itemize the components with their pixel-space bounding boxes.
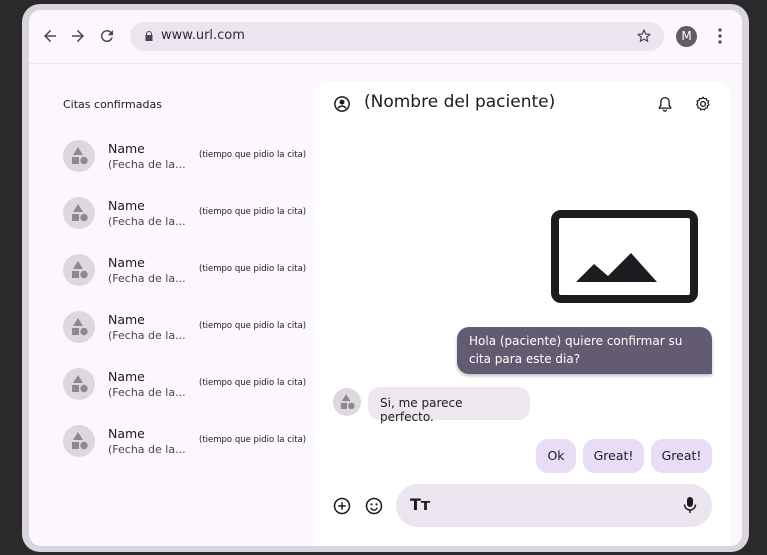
appointment-date: (Fecha de la... bbox=[108, 272, 186, 285]
address-bar[interactable]: www.url.com bbox=[130, 22, 664, 51]
appointment-date: (Fecha de la... bbox=[108, 329, 186, 342]
list-item[interactable]: Name (Fecha de la... (tiempo que pidio l… bbox=[63, 306, 313, 363]
shapes-placeholder-icon bbox=[340, 394, 355, 410]
bell-icon[interactable] bbox=[656, 95, 674, 113]
avatar bbox=[63, 254, 95, 286]
sidebar-title: Citas confirmadas bbox=[63, 98, 162, 111]
outgoing-message: Hola (paciente) quiere confirmar su cita… bbox=[457, 327, 712, 374]
mic-icon[interactable] bbox=[682, 496, 698, 514]
chat-panel: (Nombre del paciente) Hola (paciente) qu… bbox=[314, 82, 730, 546]
incoming-message: Si, me parece perfecto. bbox=[368, 387, 530, 424]
list-item[interactable]: Name (Fecha de la... (tiempo que pidio l… bbox=[63, 363, 313, 420]
forward-icon[interactable] bbox=[69, 27, 87, 45]
shapes-placeholder-icon bbox=[72, 147, 88, 165]
patient-name: Name bbox=[108, 312, 145, 327]
quick-reply-chip[interactable]: Great! bbox=[583, 439, 644, 473]
reload-icon[interactable] bbox=[98, 27, 116, 45]
chat-patient-name: (Nombre del paciente) bbox=[364, 92, 556, 112]
shapes-placeholder-icon bbox=[72, 432, 88, 450]
gear-icon[interactable] bbox=[694, 95, 712, 113]
patient-name: Name bbox=[108, 255, 145, 270]
browser-window: www.url.com M Citas confirmadas Name (Fe… bbox=[29, 10, 742, 546]
star-icon[interactable] bbox=[636, 28, 652, 44]
list-item[interactable]: Name (Fecha de la... (tiempo que pidio l… bbox=[63, 420, 313, 477]
appointment-date: (Fecha de la... bbox=[108, 215, 186, 228]
appointment-date: (Fecha de la... bbox=[108, 443, 186, 456]
patient-name: Name bbox=[108, 198, 145, 213]
appointment-date: (Fecha de la... bbox=[108, 158, 186, 171]
list-item[interactable]: Name (Fecha de la... (tiempo que pidio l… bbox=[63, 135, 313, 192]
patient-name: Name bbox=[108, 369, 145, 384]
request-time: (tiempo que pidio la cita) bbox=[199, 207, 307, 217]
avatar bbox=[333, 388, 361, 416]
shapes-placeholder-icon bbox=[72, 204, 88, 222]
request-time: (tiempo que pidio la cita) bbox=[199, 435, 307, 445]
url-text[interactable]: www.url.com bbox=[161, 28, 245, 43]
shapes-placeholder-icon bbox=[72, 318, 88, 336]
avatar bbox=[63, 197, 95, 229]
quick-reply-chip[interactable]: Ok bbox=[536, 439, 576, 473]
quick-reply-chip[interactable]: Great! bbox=[651, 439, 712, 473]
message-composer[interactable]: Tт bbox=[396, 484, 712, 527]
lock-icon bbox=[145, 31, 153, 41]
list-item[interactable]: Name (Fecha de la... (tiempo que pidio l… bbox=[63, 249, 313, 306]
avatar bbox=[63, 311, 95, 343]
avatar bbox=[63, 368, 95, 400]
browser-toolbar: www.url.com M bbox=[29, 10, 742, 64]
text-format-icon[interactable]: Tт bbox=[410, 495, 430, 514]
appointments-sidebar: Citas confirmadas Name (Fecha de la... (… bbox=[29, 65, 314, 546]
patient-name: Name bbox=[108, 426, 145, 441]
account-circle-icon bbox=[334, 96, 350, 112]
back-icon[interactable] bbox=[41, 27, 59, 45]
more-vert-icon[interactable] bbox=[713, 27, 727, 45]
appointment-date: (Fecha de la... bbox=[108, 386, 186, 399]
shapes-placeholder-icon bbox=[72, 375, 88, 393]
shapes-placeholder-icon bbox=[72, 261, 88, 279]
request-time: (tiempo que pidio la cita) bbox=[199, 264, 307, 274]
list-item[interactable]: Name (Fecha de la... (tiempo que pidio l… bbox=[63, 192, 313, 249]
add-circle-icon[interactable] bbox=[332, 496, 352, 516]
avatar bbox=[63, 140, 95, 172]
profile-avatar[interactable]: M bbox=[676, 26, 697, 47]
request-time: (tiempo que pidio la cita) bbox=[199, 378, 307, 388]
image-placeholder-icon bbox=[551, 210, 698, 303]
avatar bbox=[63, 425, 95, 457]
patient-name: Name bbox=[108, 141, 145, 156]
request-time: (tiempo que pidio la cita) bbox=[199, 150, 307, 160]
emoji-icon[interactable] bbox=[364, 496, 384, 516]
request-time: (tiempo que pidio la cita) bbox=[199, 321, 307, 331]
